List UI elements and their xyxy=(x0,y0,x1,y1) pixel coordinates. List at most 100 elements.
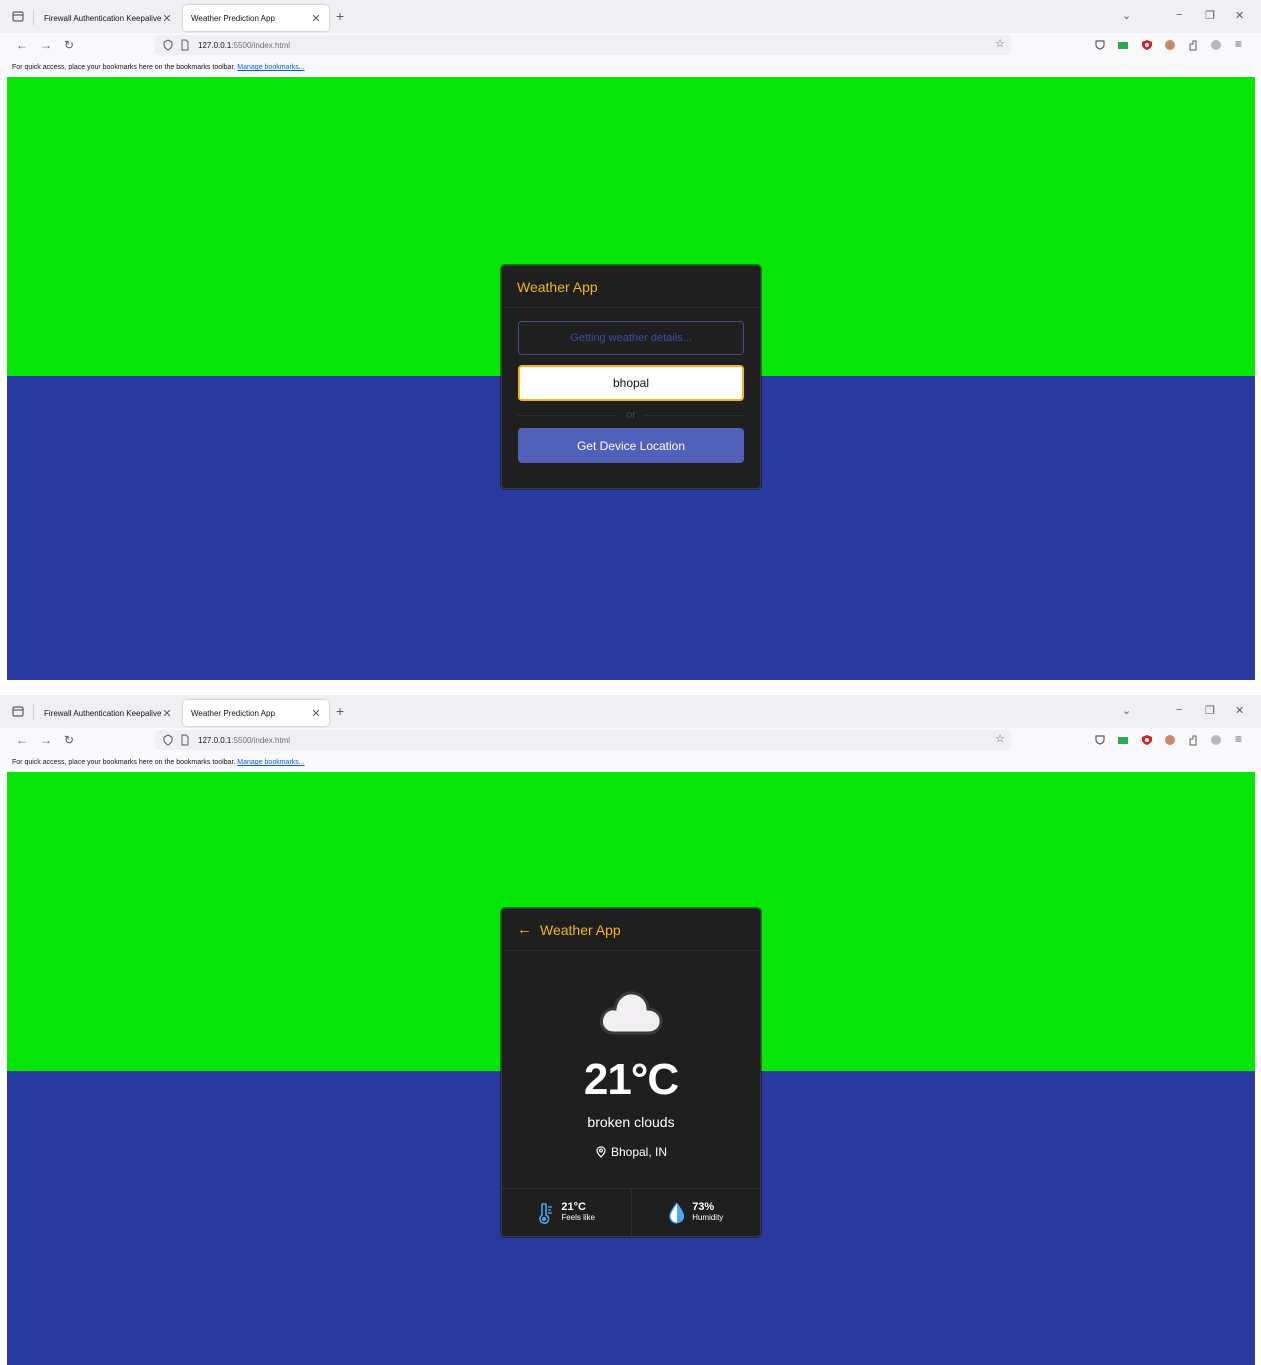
weather-description: broken clouds xyxy=(587,1114,675,1130)
humidity-label: Humidity xyxy=(692,1213,724,1222)
account-icon[interactable] xyxy=(1210,39,1222,51)
url-path: :5500/index.html xyxy=(231,40,291,50)
page-viewport: Weather App Getting weather details... o… xyxy=(7,77,1255,680)
search-form: Getting weather details... or Get Device… xyxy=(502,308,760,463)
back-icon[interactable]: ← xyxy=(16,38,28,52)
page-viewport: ← Weather App 21°C broken clouds Bhopal,… xyxy=(7,772,1255,1365)
browser-window-search: Firewall Authentication Keepalive W ✕ We… xyxy=(0,0,1261,680)
forward-icon[interactable]: → xyxy=(40,733,52,747)
feels-like-values: 21°C Feels like xyxy=(561,1202,595,1223)
tab-firewall[interactable]: Firewall Authentication Keepalive W ✕ xyxy=(36,5,180,31)
minimize-icon[interactable]: − xyxy=(1176,704,1182,716)
minimize-icon[interactable]: − xyxy=(1176,9,1182,21)
close-icon[interactable]: ✕ xyxy=(162,707,172,720)
url-bar[interactable]: 127.0.0.1:5500/index.html ☆ xyxy=(155,730,1011,750)
bookmarks-toolbar: For quick access, place your bookmarks h… xyxy=(0,753,1261,772)
url-path: :5500/index.html xyxy=(231,735,291,745)
close-icon[interactable]: ✕ xyxy=(311,12,321,25)
tab-title: Weather Prediction App xyxy=(191,13,275,23)
ublock-icon[interactable] xyxy=(1141,39,1153,51)
account-icon[interactable] xyxy=(1210,734,1222,746)
location: Bhopal, IN xyxy=(502,1145,760,1159)
reload-icon[interactable]: ↻ xyxy=(64,733,74,747)
app-title: Weather App xyxy=(517,278,598,295)
feels-like-value: 21°C xyxy=(561,1201,586,1213)
divider-text: or xyxy=(626,409,636,421)
shield-icon[interactable] xyxy=(163,39,173,51)
url-bar[interactable]: 127.0.0.1:5500/index.html ☆ xyxy=(155,35,1011,55)
divider-line xyxy=(518,414,618,416)
tab-weather[interactable]: Weather Prediction App ✕ xyxy=(183,700,329,726)
card-header: Weather App xyxy=(502,266,760,308)
pocket-icon[interactable] xyxy=(1094,39,1106,51)
menu-icon[interactable]: ≡ xyxy=(1235,732,1242,746)
menu-icon[interactable]: ≡ xyxy=(1235,37,1242,51)
list-all-tabs-icon[interactable]: ⌄ xyxy=(1122,704,1131,717)
tab-title: Firewall Authentication Keepalive W xyxy=(44,708,162,718)
arrow-left-icon[interactable]: ← xyxy=(517,921,532,938)
temperature: 21°C xyxy=(583,1055,679,1104)
restore-icon[interactable]: ❐ xyxy=(1205,9,1215,22)
extension-green-icon[interactable] xyxy=(1117,39,1129,51)
bookmarks-hint: For quick access, place your bookmarks h… xyxy=(12,759,236,766)
feels-like: 21°C Feels like xyxy=(502,1189,631,1236)
extension-face-icon[interactable] xyxy=(1164,39,1176,51)
reload-icon[interactable]: ↻ xyxy=(64,38,74,52)
tab-list-icon[interactable] xyxy=(11,704,25,718)
tab-bar: Firewall Authentication Keepalive W ✕ We… xyxy=(0,695,1261,728)
feels-like-label: Feels like xyxy=(561,1213,596,1222)
shield-icon[interactable] xyxy=(163,734,173,746)
browser-window-result: Firewall Authentication Keepalive W ✕ We… xyxy=(0,695,1261,1365)
url-host: 127.0.0.1 xyxy=(198,40,232,50)
humidity: 73% Humidity xyxy=(630,1189,761,1236)
bookmarks-toolbar: For quick access, place your bookmarks h… xyxy=(0,58,1261,77)
restore-icon[interactable]: ❐ xyxy=(1205,704,1215,717)
city-input[interactable] xyxy=(518,365,744,401)
weather-card: ← Weather App 21°C broken clouds Bhopal,… xyxy=(501,908,761,1237)
page-icon[interactable] xyxy=(180,39,190,51)
extension-green-icon[interactable] xyxy=(1117,734,1129,746)
card-header: ← Weather App xyxy=(502,909,760,951)
nav-bar: ← → ↻ 127.0.0.1:5500/index.html ☆ ≡ xyxy=(0,728,1261,753)
ublock-icon[interactable] xyxy=(1141,734,1153,746)
new-tab-button[interactable]: + xyxy=(336,703,344,719)
tab-separator xyxy=(33,704,34,720)
tab-title: Firewall Authentication Keepalive W xyxy=(44,13,162,23)
tab-separator xyxy=(33,9,34,25)
location-text: Bhopal, IN xyxy=(610,1145,668,1159)
tab-title: Weather Prediction App xyxy=(191,708,275,718)
manage-bookmarks-link[interactable]: Manage bookmarks... xyxy=(237,759,304,766)
thermometer-icon xyxy=(539,1202,553,1224)
water-drop-icon xyxy=(669,1202,685,1224)
get-device-location-button[interactable]: Get Device Location xyxy=(518,428,744,463)
weather-card: Weather App Getting weather details... o… xyxy=(501,265,761,489)
extensions-icon[interactable] xyxy=(1187,39,1199,51)
bookmark-star-icon[interactable]: ☆ xyxy=(995,732,1005,745)
nav-bar: ← → ↻ 127.0.0.1:5500/index.html ☆ ≡ xyxy=(0,33,1261,58)
manage-bookmarks-link[interactable]: Manage bookmarks... xyxy=(237,64,304,71)
tab-firewall[interactable]: Firewall Authentication Keepalive W ✕ xyxy=(36,700,180,726)
bookmark-star-icon[interactable]: ☆ xyxy=(995,37,1005,50)
tab-weather[interactable]: Weather Prediction App ✕ xyxy=(183,5,329,31)
app-title: Weather App xyxy=(540,921,621,938)
details-bar: 21°C Feels like 73% Humidity xyxy=(502,1188,760,1236)
tab-bar: Firewall Authentication Keepalive W ✕ We… xyxy=(0,0,1261,33)
tab-list-icon[interactable] xyxy=(11,9,25,23)
weather-details: 21°C broken clouds Bhopal, IN xyxy=(502,987,760,1159)
close-icon[interactable]: ✕ xyxy=(162,12,172,25)
extension-face-icon[interactable] xyxy=(1164,734,1176,746)
back-icon[interactable]: ← xyxy=(16,733,28,747)
window-close-icon[interactable]: ✕ xyxy=(1235,9,1244,22)
list-all-tabs-icon[interactable]: ⌄ xyxy=(1122,9,1131,22)
new-tab-button[interactable]: + xyxy=(336,8,344,24)
extensions-icon[interactable] xyxy=(1187,734,1199,746)
divider-line xyxy=(644,414,744,416)
cloud-icon xyxy=(596,987,666,1039)
humidity-values: 73% Humidity xyxy=(692,1202,723,1223)
window-close-icon[interactable]: ✕ xyxy=(1235,704,1244,717)
status-message: Getting weather details... xyxy=(518,321,744,355)
close-icon[interactable]: ✕ xyxy=(311,707,321,720)
forward-icon[interactable]: → xyxy=(40,38,52,52)
page-icon[interactable] xyxy=(180,734,190,746)
pocket-icon[interactable] xyxy=(1094,734,1106,746)
